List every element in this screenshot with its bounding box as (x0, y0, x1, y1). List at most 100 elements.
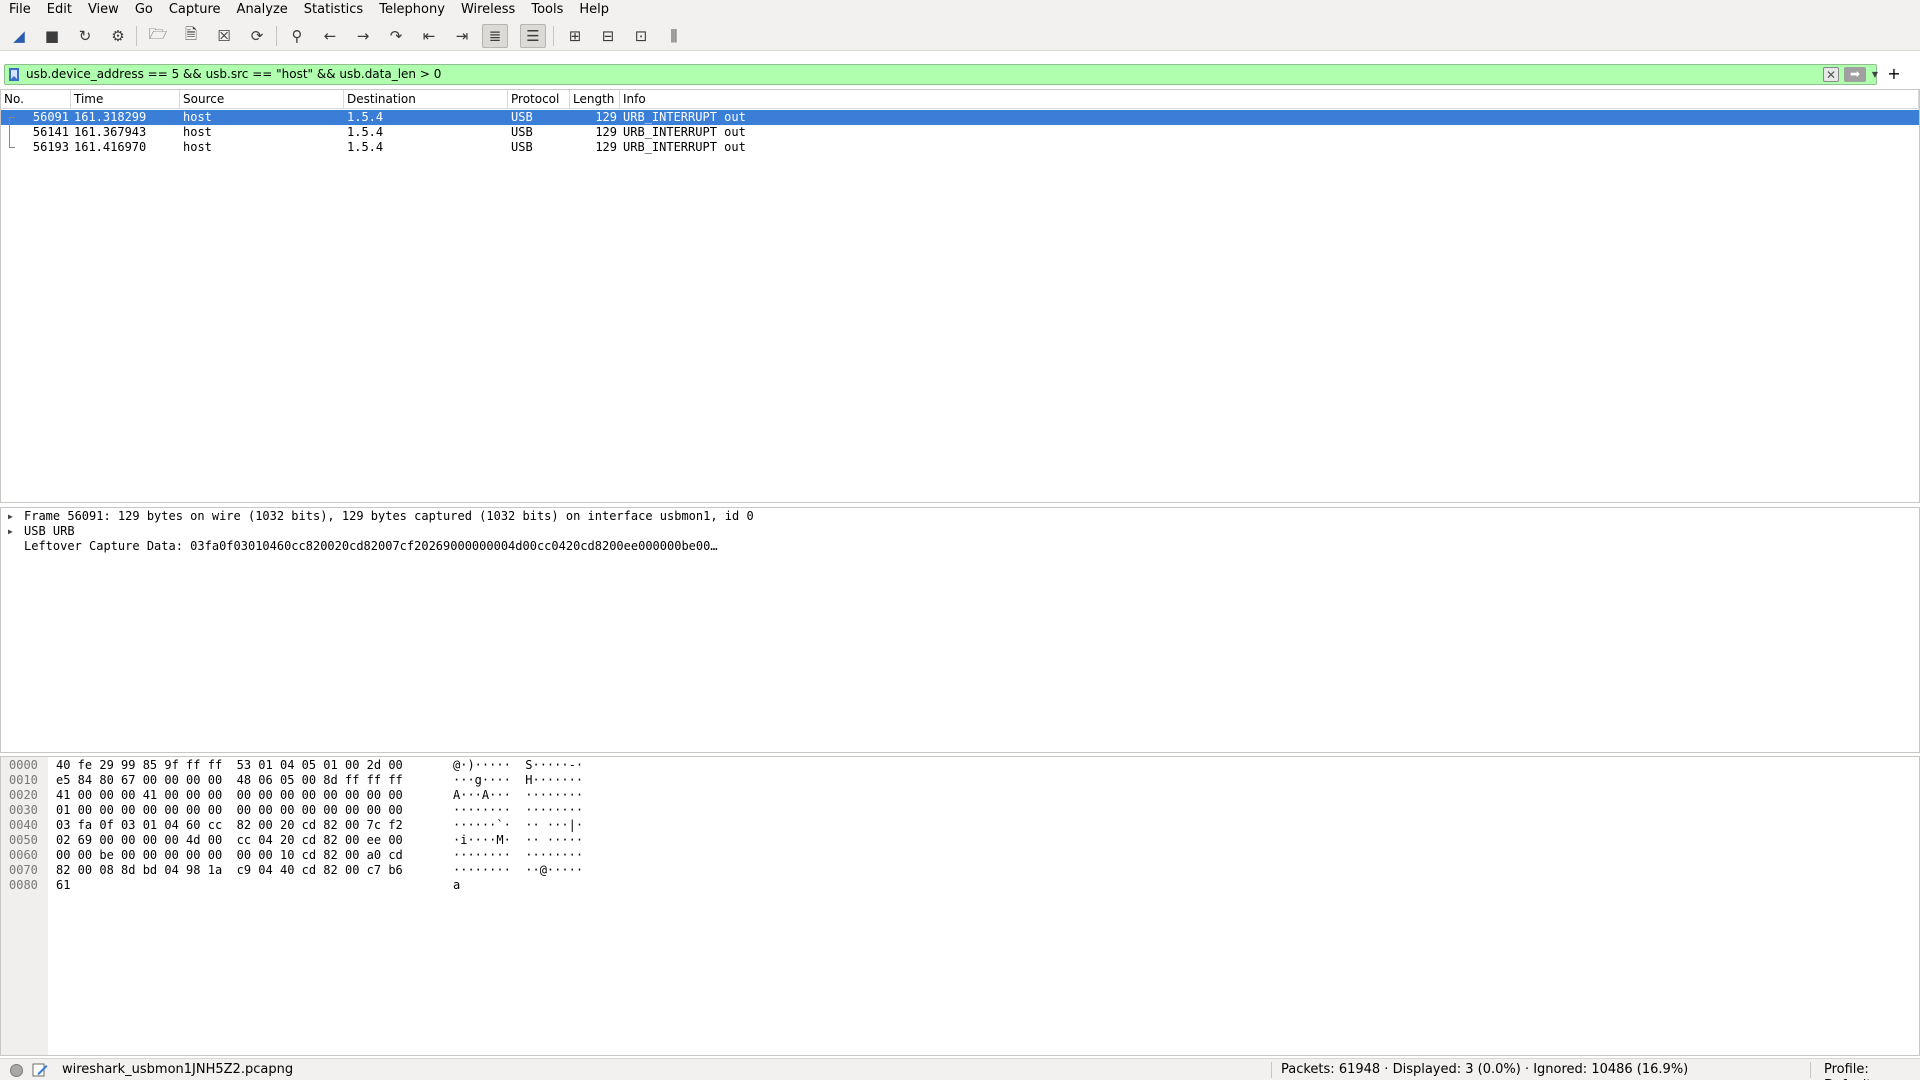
colorize-icon[interactable]: ☰ (520, 24, 546, 48)
menu-capture[interactable]: Capture (161, 0, 229, 20)
go-to-packet-icon[interactable]: ↷ (383, 24, 409, 48)
menu-wireless[interactable]: Wireless (453, 0, 523, 20)
byte-hex-values[interactable]: 82 00 08 8d bd 04 98 1a c9 04 40 cd 82 0… (56, 863, 403, 878)
bytes-row: 0040 03 fa 0f 03 01 04 60 cc 82 00 20 cd … (1, 818, 701, 833)
detail-item-text: Leftover Capture Data: 03fa0f03010460cc8… (24, 539, 718, 553)
menu-go[interactable]: Go (127, 0, 161, 20)
clear-filter-icon[interactable]: ✕ (1823, 67, 1839, 82)
byte-ascii-values[interactable]: @·)····· S·····-· (453, 758, 583, 773)
packet-source-cell: host (183, 110, 212, 124)
capture-comment-pencil-icon[interactable] (32, 1062, 48, 1078)
first-packet-icon[interactable]: ⇤ (416, 24, 442, 48)
add-filter-button-plus-icon[interactable]: + (1886, 64, 1902, 84)
packet-row[interactable]: 56193 161.416970 host 1.5.4 USB 129 URB_INTERR… (1, 140, 1919, 155)
packet-row[interactable]: 56141 161.367943 host 1.5.4 USB 129 URB_INTERR… (1, 125, 1919, 140)
display-filter-input[interactable]: usb.device_address == 5 && usb.src == "h… (4, 64, 1879, 85)
toolbar-separator (276, 26, 277, 46)
bookmark-icon[interactable] (9, 68, 19, 81)
normal-size-icon[interactable]: ⊡ (628, 24, 654, 48)
packet-no-cell: 56141 (32, 125, 69, 139)
last-packet-icon[interactable]: ⇥ (449, 24, 475, 48)
open-file-icon[interactable]: 🗁 (145, 24, 171, 48)
byte-ascii-values[interactable]: ···g···· H······· (453, 773, 583, 788)
restart-capture-icon[interactable]: ↻ (72, 24, 98, 48)
packet-info-cell: URB_INTERRUPT out (623, 110, 746, 124)
configuration-profile[interactable]: Profile: Default (1824, 1062, 1920, 1080)
byte-ascii-values[interactable]: ········ ········ (453, 848, 583, 863)
expand-arrow-icon[interactable]: ▶ (8, 509, 13, 524)
resize-columns-icon[interactable]: ⫼ (661, 24, 687, 48)
status-separator (1810, 1062, 1811, 1078)
byte-ascii-values[interactable]: ······`· ·· ···|· (453, 818, 583, 833)
byte-hex-values[interactable]: 40 fe 29 99 85 9f ff ff 53 01 04 05 01 0… (56, 758, 403, 773)
start-capture-fin-icon[interactable]: ◢ (6, 24, 32, 48)
byte-ascii-values[interactable]: ·i····M· ·· ····· (453, 833, 583, 848)
byte-ascii-values[interactable]: ········ ········ (453, 803, 583, 818)
packet-bytes-pane[interactable]: 0000 40 fe 29 99 85 9f ff ff 53 01 04 05 … (0, 756, 1920, 1056)
packet-details-pane[interactable]: ▶ Frame 56091: 129 bytes on wire (1032 bi… (0, 507, 1920, 753)
menu-telephony[interactable]: Telephony (371, 0, 453, 20)
byte-offset: 0050 (9, 833, 38, 847)
byte-hex-values[interactable]: 00 00 be 00 00 00 00 00 00 00 10 cd 82 0… (56, 848, 403, 863)
column-header-length[interactable]: Length (570, 90, 620, 109)
byte-ascii-values[interactable]: a (453, 878, 460, 893)
packet-time-cell: 161.416970 (74, 140, 147, 154)
byte-hex-values[interactable]: 61 (56, 878, 70, 893)
save-file-icon[interactable]: 🗎 (178, 24, 204, 48)
column-header-info[interactable]: Info (620, 90, 1919, 109)
expert-info-indicator-icon[interactable] (10, 1064, 23, 1077)
menu-statistics[interactable]: Statistics (296, 0, 371, 20)
bytes-row: 0060 00 00 be 00 00 00 00 00 00 00 10 cd … (1, 848, 701, 863)
packet-destination-cell: 1.5.4 (347, 110, 384, 124)
menu-edit[interactable]: Edit (39, 0, 80, 20)
column-header-destination[interactable]: Destination (344, 90, 508, 109)
display-filter-text: usb.device_address == 5 && usb.src == "h… (26, 67, 442, 81)
menu-help[interactable]: Help (571, 0, 617, 20)
byte-hex-values[interactable]: 01 00 00 00 00 00 00 00 00 00 00 00 00 0… (56, 803, 403, 818)
byte-ascii-values[interactable]: ········ ··@····· (453, 863, 583, 878)
go-back-icon[interactable]: ← (317, 24, 343, 48)
packet-list-pane[interactable]: No. Time Source Destination Protocol Length In… (0, 89, 1920, 503)
byte-hex-values[interactable]: e5 84 80 67 00 00 00 00 48 06 05 00 8d f… (56, 773, 403, 788)
capture-options-gear-icon[interactable]: ⚙ (105, 24, 131, 48)
byte-hex-values[interactable]: 03 fa 0f 03 01 04 60 cc 82 00 20 cd 82 0… (56, 818, 403, 833)
column-header-protocol[interactable]: Protocol (508, 90, 570, 109)
bytes-row: 0050 02 69 00 00 00 00 4d 00 cc 04 20 cd … (1, 833, 701, 848)
byte-ascii-values[interactable]: A···A··· ········ (453, 788, 583, 803)
packet-source-cell: host (183, 125, 212, 139)
packet-protocol-cell: USB (511, 110, 533, 124)
byte-hex-values[interactable]: 02 69 00 00 00 00 4d 00 cc 04 20 cd 82 0… (56, 833, 403, 848)
byte-offset: 0000 (9, 758, 38, 772)
column-header-time[interactable]: Time (71, 90, 180, 109)
apply-filter-arrow-icon[interactable]: ➡ (1844, 67, 1866, 82)
menu-tools[interactable]: Tools (523, 0, 571, 20)
detail-tree-item[interactable]: ▶ USB URB (1, 524, 1901, 539)
go-forward-icon[interactable]: → (350, 24, 376, 48)
zoom-out-icon[interactable]: ⊟ (595, 24, 621, 48)
byte-offset: 0040 (9, 818, 38, 832)
close-file-icon[interactable]: ☒ (211, 24, 237, 48)
menu-analyze[interactable]: Analyze (229, 0, 296, 20)
menu-view[interactable]: View (80, 0, 127, 20)
stop-capture-icon[interactable]: ■ (39, 24, 65, 48)
reload-file-icon[interactable]: ⟳ (244, 24, 270, 48)
toolbar-separator (136, 26, 137, 46)
byte-hex-values[interactable]: 41 00 00 00 41 00 00 00 00 00 00 00 00 0… (56, 788, 403, 803)
detail-tree-item[interactable]: ▶ Frame 56091: 129 bytes on wire (1032 bi… (1, 509, 1901, 524)
find-packet-icon[interactable]: ⚲ (284, 24, 310, 48)
bytes-row: 0020 41 00 00 00 41 00 00 00 00 00 00 00 … (1, 788, 701, 803)
menu-file[interactable]: File (0, 0, 39, 20)
packet-time-cell: 161.367943 (74, 125, 147, 139)
capture-file-name: wireshark_usbmon1JNH5Z2.pcapng (62, 1062, 294, 1077)
column-header-no[interactable]: No. (1, 90, 71, 109)
column-header-source[interactable]: Source (180, 90, 344, 109)
auto-scroll-icon[interactable]: ≣ (482, 24, 508, 48)
detail-tree-item[interactable]: Leftover Capture Data: 03fa0f03010460cc8… (1, 539, 1901, 554)
expand-arrow-icon[interactable]: ▶ (8, 524, 13, 539)
zoom-in-icon[interactable]: ⊞ (562, 24, 588, 48)
filter-history-dropdown-icon[interactable]: ▼ (1871, 67, 1879, 82)
display-filter-bar: usb.device_address == 5 && usb.src == "h… (0, 63, 1920, 86)
packet-row[interactable]: 56091 161.318299 host 1.5.4 USB 129 URB_INTERR… (1, 110, 1919, 125)
related-packets-indicator (9, 117, 10, 147)
bytes-row: 0070 82 00 08 8d bd 04 98 1a c9 04 40 cd … (1, 863, 701, 878)
